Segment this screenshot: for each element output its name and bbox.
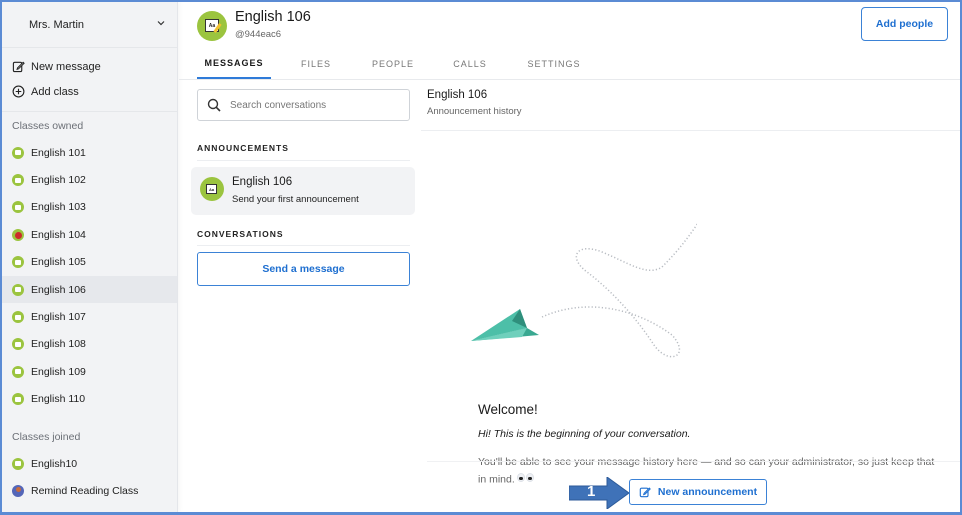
sidebar-item-english-104[interactable]: English 104 xyxy=(2,221,177,248)
tab-settings[interactable]: SETTINGS xyxy=(515,49,593,79)
class-title: English 106 xyxy=(235,9,311,25)
message-history: Welcome! Hi! This is the beginning of yo… xyxy=(427,132,960,485)
tab-calls[interactable]: CALLS xyxy=(425,49,515,79)
sidebar-item-english-105[interactable]: English 105 xyxy=(2,249,177,276)
pane-title: English 106 xyxy=(427,89,488,101)
sidebar-item-english-103[interactable]: English 103 xyxy=(2,194,177,221)
callout-step-number: 1 xyxy=(587,483,596,500)
chevron-down-icon xyxy=(157,21,165,26)
classes-owned-heading: Classes owned xyxy=(12,120,84,132)
class-label: English 105 xyxy=(31,256,86,269)
new-announcement-label: New announcement xyxy=(657,486,758,498)
class-header: Aa English 106 @944eac6 Add people MESSA… xyxy=(179,2,960,80)
sidebar-item-english-109[interactable]: English 109 xyxy=(2,358,177,385)
eyes-emoji-icon xyxy=(516,471,535,488)
book-icon xyxy=(12,365,24,378)
sidebar-item-english-101[interactable]: English 101 xyxy=(2,139,177,166)
divider xyxy=(197,160,410,161)
sidebar-item-remind-reading-class[interactable]: Remind Reading Class xyxy=(2,477,177,504)
class-label: Remind Reading Class xyxy=(31,484,139,497)
person-icon xyxy=(12,484,24,497)
edit-icon xyxy=(12,61,25,73)
owned-class-list: English 101 English 102 English 103 Engl… xyxy=(2,139,177,413)
book-icon xyxy=(12,256,24,269)
account-name: Mrs. Martin xyxy=(29,18,84,31)
divider xyxy=(427,461,960,462)
new-message-button[interactable]: New message xyxy=(2,54,177,79)
edit-icon xyxy=(639,487,651,498)
book-icon xyxy=(12,457,24,470)
send-message-button[interactable]: Send a message xyxy=(197,252,410,286)
message-pane-header: English 106 Announcement history xyxy=(421,81,960,131)
notebook-icon: Aa xyxy=(206,184,217,194)
class-avatar: Aa xyxy=(197,11,227,41)
class-label: English 102 xyxy=(31,174,86,187)
announcement-name: English 106 xyxy=(232,176,293,188)
class-label: English 106 xyxy=(31,283,86,296)
sidebar-item-english-110[interactable]: English 110 xyxy=(2,386,177,413)
sidebar-item-english-107[interactable]: English 107 xyxy=(2,303,177,330)
announcements-heading: ANNOUNCEMENTS xyxy=(197,143,289,153)
add-class-button[interactable]: Add class xyxy=(2,79,177,104)
sidebar-item-english-108[interactable]: English 108 xyxy=(2,331,177,358)
class-label: English 103 xyxy=(31,201,86,214)
class-code: @944eac6 xyxy=(235,29,282,40)
new-announcement-button[interactable]: New announcement xyxy=(629,479,767,505)
sidebar-item-english-102[interactable]: English 102 xyxy=(2,166,177,193)
tab-messages[interactable]: MESSAGES xyxy=(197,49,271,79)
conversation-list: ANNOUNCEMENTS Aa English 106 Send your f… xyxy=(179,81,421,512)
divider xyxy=(197,245,410,246)
account-switcher[interactable]: Mrs. Martin xyxy=(2,2,177,48)
class-label: English 107 xyxy=(31,311,86,324)
class-label: English 109 xyxy=(31,365,86,378)
welcome-intro: Hi! This is the beginning of your conver… xyxy=(478,428,691,440)
sidebar-item-english10[interactable]: English10 xyxy=(2,450,177,477)
class-tabs: MESSAGES FILES PEOPLE CALLS SETTINGS xyxy=(197,49,593,79)
class-label: English 108 xyxy=(31,338,86,351)
message-pane: English 106 Announcement history Welcome… xyxy=(421,81,960,512)
sidebar-item-english-106[interactable]: English 106 xyxy=(2,275,177,304)
book-icon xyxy=(12,174,24,187)
paper-plane-illustration xyxy=(471,223,697,358)
class-label: English 110 xyxy=(31,393,86,406)
class-label: English 104 xyxy=(31,228,86,241)
announcement-subtitle: Send your first announcement xyxy=(232,194,359,205)
add-people-button[interactable]: Add people xyxy=(861,7,948,41)
announcement-list-item[interactable]: Aa English 106 Send your first announcem… xyxy=(191,167,415,215)
book-icon xyxy=(12,283,24,296)
plus-circle-icon xyxy=(12,85,25,98)
search-icon xyxy=(207,98,221,112)
search-conversations[interactable] xyxy=(197,89,410,121)
welcome-heading: Welcome! xyxy=(478,402,538,417)
conversations-heading: CONVERSATIONS xyxy=(197,229,284,239)
class-label: English 101 xyxy=(31,146,86,159)
pane-subtitle: Announcement history xyxy=(427,106,522,117)
tab-people[interactable]: PEOPLE xyxy=(361,49,425,79)
callout-arrow-icon xyxy=(569,477,629,509)
book-icon xyxy=(12,393,24,406)
book-icon xyxy=(12,338,24,351)
tab-files[interactable]: FILES xyxy=(271,49,361,79)
search-input[interactable] xyxy=(230,99,400,111)
class-avatar-small: Aa xyxy=(200,177,224,201)
classes-joined-heading: Classes joined xyxy=(12,430,81,443)
book-icon xyxy=(12,146,24,159)
book-icon xyxy=(12,201,24,214)
apple-icon xyxy=(12,228,24,241)
sidebar: Mrs. Martin New message Add class Classe… xyxy=(2,2,178,512)
new-message-label: New message xyxy=(31,60,101,73)
app-window: Mrs. Martin New message Add class Classe… xyxy=(0,0,962,515)
add-class-label: Add class xyxy=(31,85,79,98)
joined-class-list: English10 Remind Reading Class xyxy=(2,450,177,505)
class-label: English10 xyxy=(31,457,78,470)
book-icon xyxy=(12,311,24,324)
